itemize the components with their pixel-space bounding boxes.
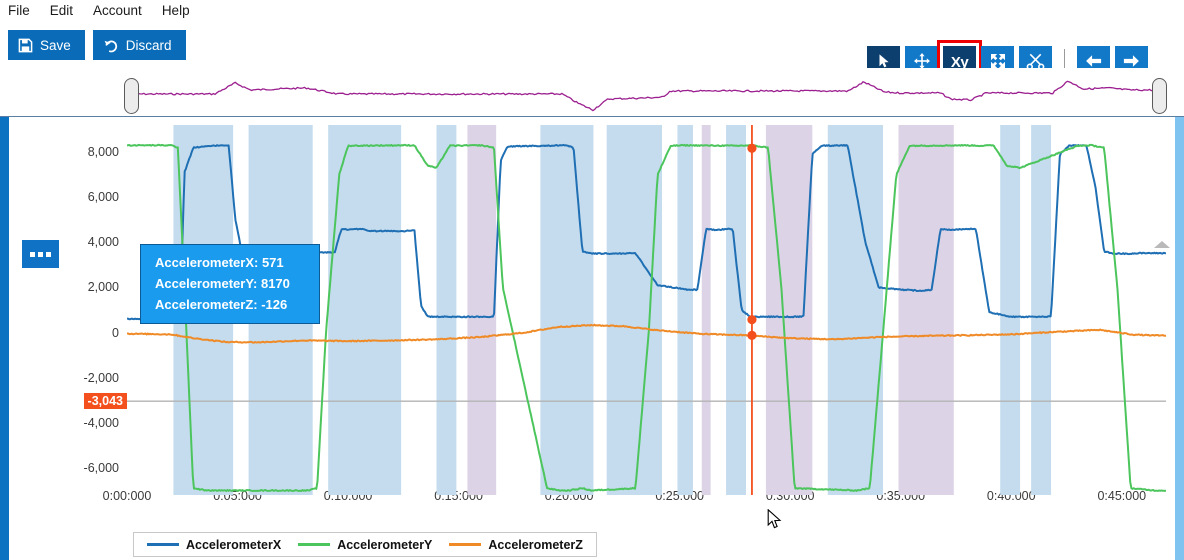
legend-label: AccelerometerZ: [488, 537, 583, 552]
menu-item-file[interactable]: File: [8, 0, 30, 22]
menu-item-edit[interactable]: Edit: [50, 0, 73, 22]
legend-color-swatch: [147, 543, 179, 546]
y-axis-tick-label: -4,000: [83, 415, 119, 430]
navigator-waveform: [132, 80, 1156, 112]
cursor-point-marker: [747, 315, 757, 325]
legend-item[interactable]: AccelerometerX: [147, 538, 281, 552]
tooltip-line-x: AccelerometerX: 571: [155, 255, 284, 270]
shaded-region: [540, 125, 594, 495]
shaded-region: [898, 125, 954, 495]
tooltip-line-y: AccelerometerY: 8170: [155, 276, 290, 291]
legend-color-swatch: [449, 543, 482, 546]
chart-panel: 8,000 6,000 4,000 2,000 0 -2,000 -4,000 -6,000 -…: [0, 116, 1184, 560]
y-axis-tick-label: -6,000: [83, 460, 119, 475]
y-axis-tick-label: 4,000: [87, 235, 119, 250]
toolbar-left-group: Save Discard: [0, 30, 186, 60]
dot-2: [38, 251, 43, 257]
legend-item[interactable]: AccelerometerZ: [449, 538, 583, 552]
y-axis-tick-label: 6,000: [87, 190, 119, 205]
dot-3: [46, 251, 51, 257]
discard-button-label: Discard: [125, 37, 172, 53]
plot-wrapper: 8,000 6,000 4,000 2,000 0 -2,000 -4,000 -6,000 -…: [9, 117, 1175, 560]
menu-item-account[interactable]: Account: [93, 0, 142, 22]
menu-item-help[interactable]: Help: [162, 0, 190, 22]
shaded-region: [765, 125, 813, 495]
toolbar: Save Discard Xy: [0, 22, 1184, 85]
y-axis-value-marker[interactable]: -3,043: [83, 393, 127, 410]
shaded-region: [1031, 125, 1052, 495]
save-button[interactable]: Save: [8, 30, 85, 60]
panel-left-accent-bar: [0, 117, 9, 560]
legend-color-swatch: [298, 543, 331, 546]
cursor-point-marker: [747, 143, 757, 153]
y-axis-tick-label: 8,000: [87, 145, 119, 160]
legend-label: AccelerometerX: [186, 537, 282, 552]
shaded-region: [606, 125, 662, 495]
y-axis-tick-label: 2,000: [87, 280, 119, 295]
y-axis-tick-label: 0: [112, 325, 119, 340]
save-icon: [18, 38, 33, 53]
legend-item[interactable]: AccelerometerY: [298, 538, 432, 552]
legend-label: AccelerometerY: [337, 537, 433, 552]
navigator-strip[interactable]: [0, 68, 1184, 116]
shaded-region: [1000, 125, 1021, 495]
chart-legend: AccelerometerX AccelerometerY Acceleromete…: [133, 532, 597, 557]
y-axis-tick-label: -2,000: [83, 370, 119, 385]
navigator-handle-right[interactable]: [1152, 78, 1167, 114]
shaded-region: [467, 125, 497, 495]
shaded-region: [677, 125, 693, 495]
cursor-point-marker: [747, 330, 757, 341]
dot-1: [30, 251, 35, 257]
series-value-tooltip: AccelerometerX: 571 AccelerometerY: 8170…: [140, 244, 320, 324]
tooltip-line-z: AccelerometerZ: -126: [155, 297, 288, 312]
shaded-region: [701, 125, 711, 495]
menu-bar: File Edit Account Help: [0, 0, 1184, 22]
navigator-handle-left[interactable]: [124, 78, 139, 114]
discard-button[interactable]: Discard: [92, 30, 186, 60]
undo-arrow-icon: [103, 38, 119, 53]
shaded-region: [436, 125, 457, 495]
panel-right-accent-bar: [1175, 117, 1184, 560]
save-button-label: Save: [40, 37, 71, 53]
chart-options-button[interactable]: [22, 240, 59, 268]
collapse-triangle-icon[interactable]: [1154, 241, 1170, 248]
